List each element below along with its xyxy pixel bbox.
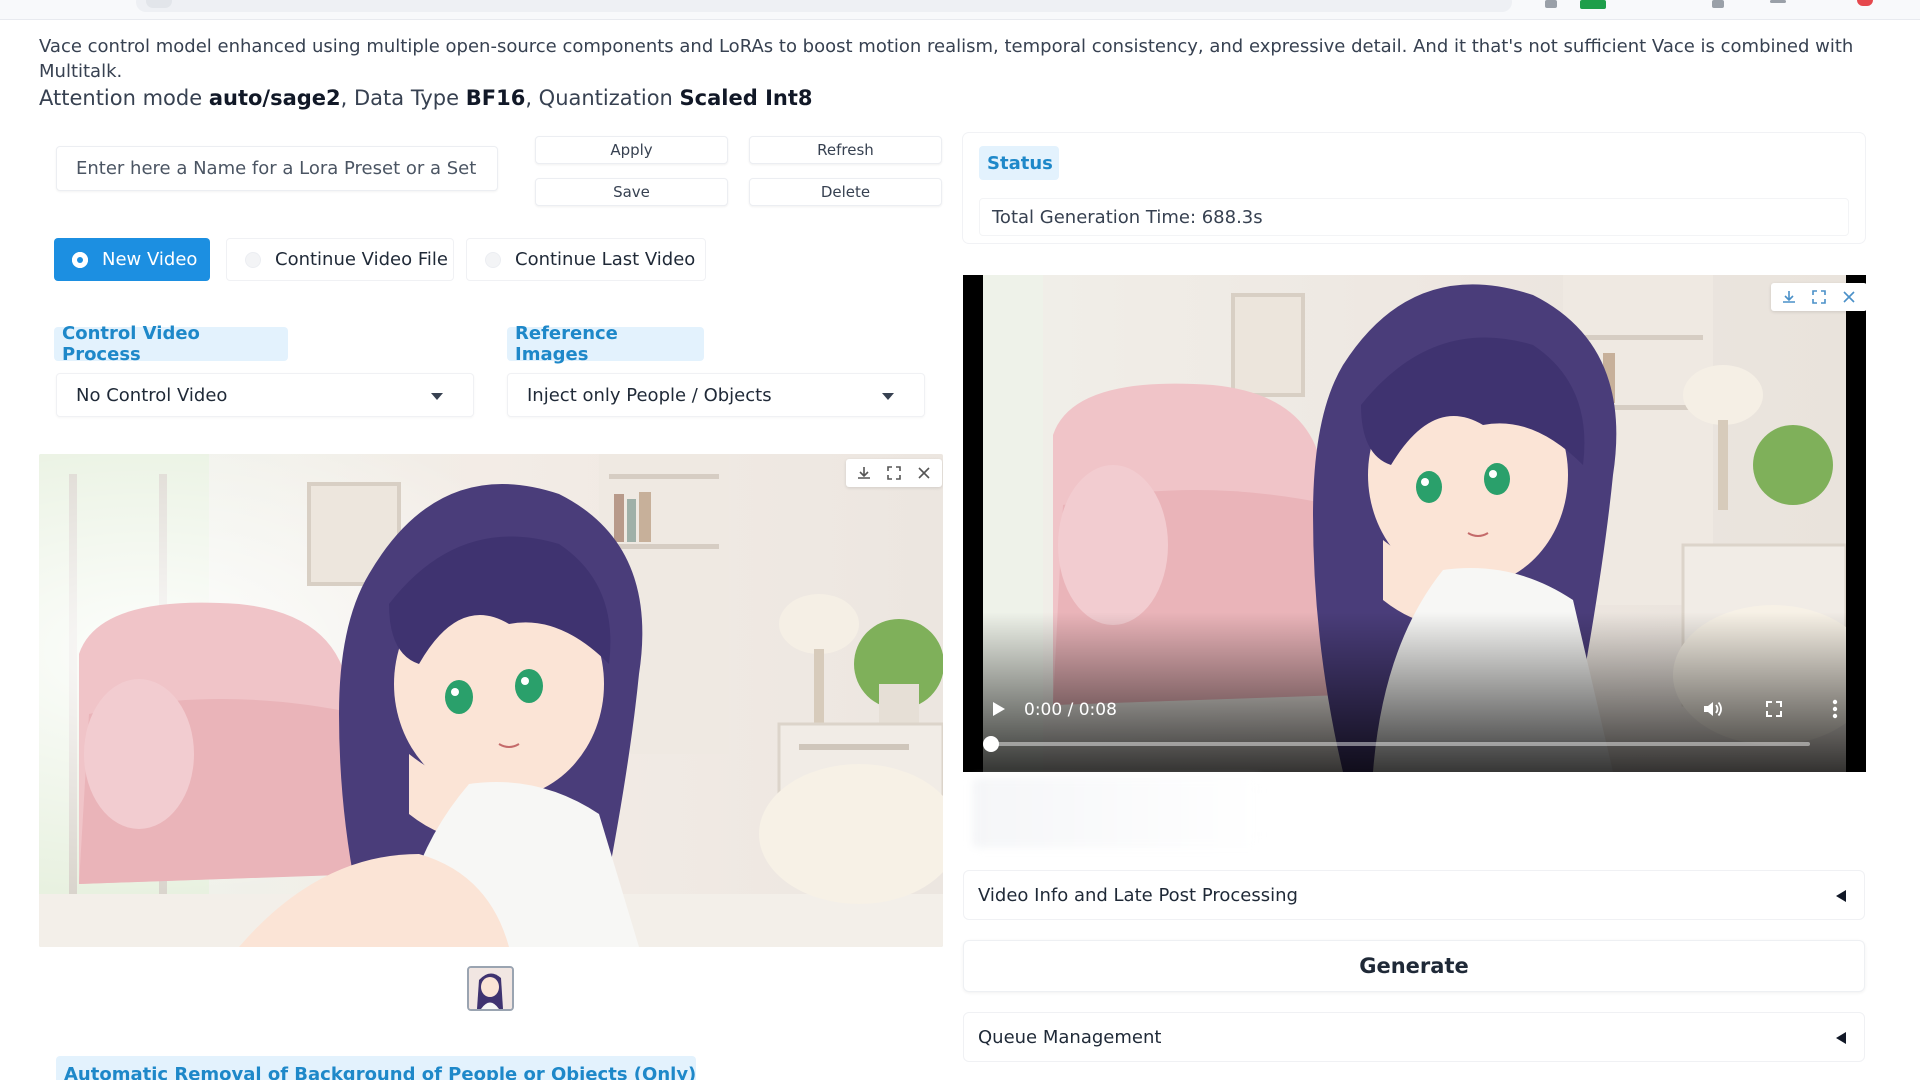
queue-management-accordion[interactable]: Queue Management xyxy=(963,1012,1865,1062)
status-label: Status xyxy=(979,146,1059,180)
radio-dot xyxy=(245,251,261,268)
model-description: Vace control model enhanced using multip… xyxy=(39,36,1854,82)
download-icon[interactable] xyxy=(1779,287,1799,307)
control-video-label-text: Control Video Process xyxy=(62,323,200,365)
control-video-select[interactable]: No Control Video xyxy=(56,373,474,417)
site-info-icon[interactable] xyxy=(146,0,172,8)
auto-background-removal-label: Automatic Removal of Background of Peopl… xyxy=(56,1056,696,1080)
generate-button[interactable]: Generate xyxy=(963,940,1865,992)
attention-label: Attention mode xyxy=(39,86,209,110)
fullscreen-icon[interactable] xyxy=(1759,694,1789,724)
browser-top-strip xyxy=(0,0,1920,20)
fullscreen-icon[interactable] xyxy=(884,463,904,483)
fullscreen-icon[interactable] xyxy=(1809,287,1829,307)
reference-image-thumbnail[interactable] xyxy=(467,966,514,1011)
control-video-value: No Control Video xyxy=(76,384,228,406)
more-vert-icon[interactable] xyxy=(1820,694,1850,724)
radio-dot-selected xyxy=(72,251,88,268)
refresh-label: Refresh xyxy=(817,141,874,159)
save-button[interactable]: Save xyxy=(535,178,728,206)
radio-label: Continue Video File xyxy=(275,249,448,270)
radio-label: New Video xyxy=(102,249,198,270)
bookmark-icon[interactable] xyxy=(1712,0,1724,8)
control-video-label: Control Video Process xyxy=(54,323,288,365)
attention-mode-value: auto/sage2 xyxy=(208,86,341,110)
video-info-label: Video Info and Late Post Processing xyxy=(978,884,1298,906)
status-label-text: Status xyxy=(987,152,1053,174)
volume-icon[interactable] xyxy=(1698,694,1728,724)
thumbnail-image xyxy=(469,968,512,1009)
menu-icon[interactable] xyxy=(1770,0,1786,3)
reference-images-label: Reference Images xyxy=(507,323,704,365)
lora-preset-placeholder: Enter here a Name for a Lora Preset or a… xyxy=(76,158,477,179)
datatype-value: BF16 xyxy=(465,86,526,110)
radio-new-video[interactable]: New Video xyxy=(54,238,210,281)
generate-label: Generate xyxy=(1359,954,1469,978)
close-icon[interactable] xyxy=(914,463,934,483)
anime-girl-image xyxy=(39,454,943,947)
quantization-value: Scaled Int8 xyxy=(679,86,813,110)
video-toolbar xyxy=(1771,283,1866,311)
reference-image-preview[interactable] xyxy=(39,454,943,947)
quantization-label: , Quantization xyxy=(525,86,680,110)
output-video-player[interactable]: 0:00 / 0:08 xyxy=(963,275,1866,772)
radio-dot xyxy=(485,251,501,268)
radio-continue-video-file[interactable]: Continue Video File xyxy=(226,238,454,281)
lora-preset-input[interactable]: Enter here a Name for a Lora Preset or a… xyxy=(56,146,498,191)
video-controls-gradient xyxy=(963,612,1866,772)
dropdown-caret-icon xyxy=(882,393,894,400)
blurred-placeholder xyxy=(972,778,1262,848)
play-icon[interactable] xyxy=(983,694,1013,724)
save-label: Save xyxy=(613,183,650,201)
collapse-triangle-icon xyxy=(1836,1032,1846,1044)
profile-avatar[interactable] xyxy=(1857,0,1873,6)
video-info-accordion[interactable]: Video Info and Late Post Processing xyxy=(963,870,1865,920)
delete-button[interactable]: Delete xyxy=(749,178,942,206)
model-attention-info: Attention mode auto/sage2, Data Type BF1… xyxy=(39,84,813,112)
reference-images-value: Inject only People / Objects xyxy=(527,384,772,406)
radio-label: Continue Last Video xyxy=(515,249,696,270)
status-field: Total Generation Time: 688.3s xyxy=(979,198,1849,236)
collapse-triangle-icon xyxy=(1836,890,1846,902)
dropdown-caret-icon xyxy=(431,393,443,400)
queue-management-label: Queue Management xyxy=(978,1026,1162,1048)
apply-label: Apply xyxy=(610,141,653,159)
reference-images-select[interactable]: Inject only People / Objects xyxy=(507,373,925,417)
video-time: 0:00 / 0:08 xyxy=(1024,700,1117,720)
status-value: Total Generation Time: 688.3s xyxy=(992,206,1263,228)
apply-button[interactable]: Apply xyxy=(535,136,728,164)
close-icon[interactable] xyxy=(1839,287,1859,307)
download-icon[interactable] xyxy=(854,463,874,483)
video-progress-bar[interactable] xyxy=(990,742,1810,746)
extension-icon[interactable] xyxy=(1545,0,1557,8)
auto-background-removal-text: Automatic Removal of Background of Peopl… xyxy=(64,1064,696,1080)
radio-continue-last-video[interactable]: Continue Last Video xyxy=(466,238,706,281)
delete-label: Delete xyxy=(820,183,871,201)
address-bar[interactable] xyxy=(136,0,1512,12)
extension-badge-icon[interactable] xyxy=(1580,0,1606,9)
refresh-button[interactable]: Refresh xyxy=(749,136,942,164)
reference-images-label-text: Reference Images xyxy=(515,323,618,365)
video-progress-knob[interactable] xyxy=(983,736,999,752)
image-toolbar xyxy=(846,459,942,487)
datatype-label: , Data Type xyxy=(340,86,466,110)
